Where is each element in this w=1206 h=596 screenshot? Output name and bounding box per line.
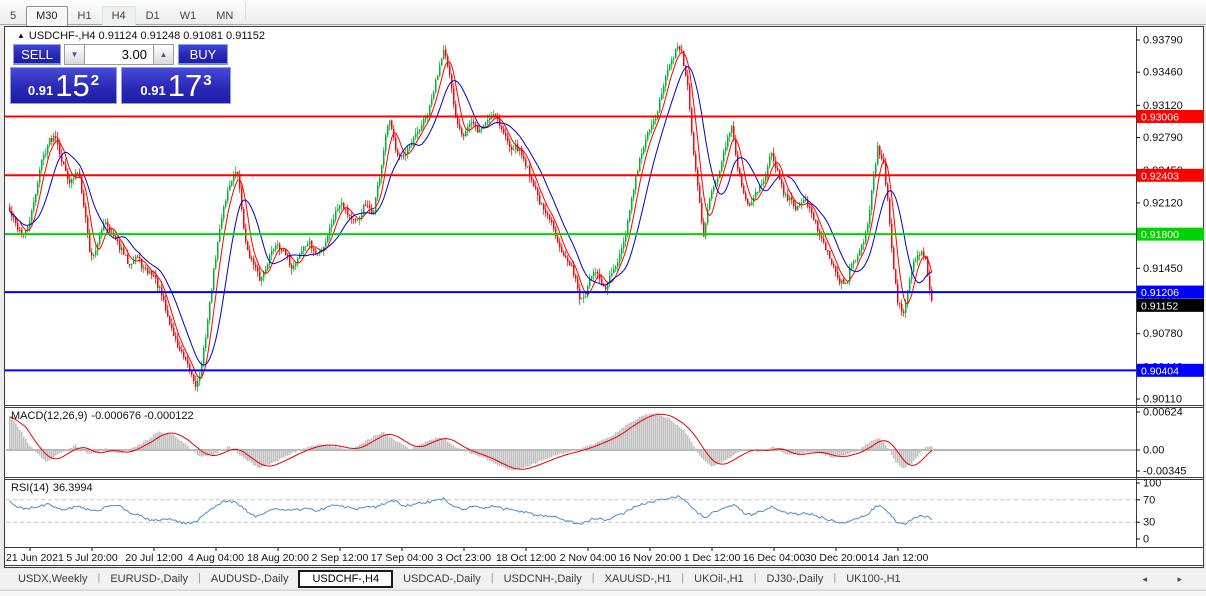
ohlc-high: 0.91248 [141, 30, 181, 42]
svg-text:21 Jun 2021: 21 Jun 2021 [6, 552, 64, 564]
svg-text:17 Sep 04:00: 17 Sep 04:00 [371, 552, 434, 564]
svg-text:0.91450: 0.91450 [1143, 263, 1183, 275]
timeframe-button-h1[interactable]: H1 [68, 6, 102, 27]
volume-increase-button[interactable]: ▲ [153, 44, 174, 65]
svg-text:0.93790: 0.93790 [1143, 35, 1183, 47]
chart-tab-eurusddaily[interactable]: EURUSD-,Daily [100, 570, 198, 587]
sell-price-pips: 15 [55, 71, 89, 101]
timeframe-button-d1[interactable]: D1 [136, 6, 170, 27]
rsi-value: 36.3994 [53, 482, 93, 494]
ohlc-close: 0.91152 [226, 30, 265, 42]
timeframe-toolbar: 5M30H1H4D1W1MN [0, 0, 1206, 25]
chart-tab-usdxweekly[interactable]: USDX,Weekly [8, 570, 97, 587]
svg-text:0.93006: 0.93006 [1141, 111, 1179, 123]
chart-window: 0.937900.934600.931200.927900.924500.921… [4, 26, 1204, 568]
svg-text:0.90110: 0.90110 [1143, 394, 1182, 406]
sell-price-prefix: 0.91 [28, 83, 53, 98]
svg-text:14 Jan 12:00: 14 Jan 12:00 [868, 552, 929, 564]
macd-indicator-label: MACD(12,26,9) -0.000676 -0.000122 [11, 410, 198, 422]
svg-text:0.92790: 0.92790 [1143, 132, 1183, 144]
sell-button[interactable]: SELL [13, 44, 61, 65]
timeframe-button-w1[interactable]: W1 [170, 6, 207, 27]
chart-tab-usdchfh4[interactable]: USDCHF-,H4 [298, 570, 393, 588]
chart-tab-xauusdh1[interactable]: XAUUSD-,H1 [595, 570, 682, 587]
price-axis: 0.937900.934600.931200.927900.924500.921… [1136, 35, 1204, 546]
svg-text:0.90404: 0.90404 [1141, 365, 1179, 377]
svg-text:2 Sep 12:00: 2 Sep 12:00 [312, 552, 369, 564]
symbol-period-label: USDCHF-,H4 [29, 30, 96, 42]
status-strip [0, 590, 1206, 596]
svg-text:3 Oct 23:00: 3 Oct 23:00 [437, 552, 491, 564]
svg-text:18 Oct 12:00: 18 Oct 12:00 [496, 552, 556, 564]
chart-tab-dj30daily[interactable]: DJ30-,Daily [757, 570, 834, 587]
timeframe-button-5[interactable]: 5 [0, 6, 26, 27]
toolbar-separator [245, 2, 246, 19]
buy-price-point: 3 [203, 72, 211, 89]
svg-text:20 Jul 12:00: 20 Jul 12:00 [125, 552, 182, 564]
macd-name: MACD(12,26,9) [11, 410, 87, 422]
svg-text:16 Dec 04:00: 16 Dec 04:00 [743, 552, 806, 564]
svg-text:1 Dec 12:00: 1 Dec 12:00 [684, 552, 741, 564]
svg-text:0.00624: 0.00624 [1143, 406, 1183, 418]
svg-text:0: 0 [1143, 534, 1149, 546]
chart-title: ▲ USDCHF-,H40.911240.912480.910810.91152 [17, 30, 268, 42]
svg-text:5 Jul 20:00: 5 Jul 20:00 [66, 552, 118, 564]
svg-text:0.92120: 0.92120 [1143, 197, 1183, 209]
buy-button[interactable]: BUY [178, 44, 228, 65]
chart-tab-audusddaily[interactable]: AUDUSD-,Daily [201, 570, 299, 587]
svg-text:0.93460: 0.93460 [1143, 67, 1183, 79]
buy-price-prefix: 0.91 [140, 83, 165, 98]
time-axis: 21 Jun 20215 Jul 20:00 20 Jul 12:00 4 Aug … [6, 548, 929, 564]
chart-tab-uk100h1[interactable]: UK100-,H1 [836, 570, 910, 587]
svg-text:70: 70 [1143, 494, 1155, 506]
chart-tabs-bar: USDX,Weekly|EURUSD-,Daily|AUDUSD-,DailyU… [0, 569, 1206, 590]
ma-slow-line [10, 67, 932, 366]
svg-text:0.91152: 0.91152 [1141, 300, 1178, 312]
svg-text:0.91206: 0.91206 [1141, 287, 1179, 299]
volume-decrease-button[interactable]: ▼ [64, 44, 85, 65]
chart-tab-ukoilh1[interactable]: UKOil-,H1 [684, 570, 754, 587]
one-click-trade-panel: SELL ▼ ▲ BUY 0.91 15 2 0.91 17 3 [10, 44, 231, 104]
ohlc-low: 0.91081 [183, 30, 223, 42]
svg-text:0.92403: 0.92403 [1141, 170, 1179, 182]
collapse-triangle-icon[interactable]: ▲ [17, 31, 25, 40]
chart-tab-usdcnhdaily[interactable]: USDCNH-,Daily [494, 570, 592, 587]
svg-text:30: 30 [1143, 517, 1155, 529]
svg-text:16 Nov 20:00: 16 Nov 20:00 [619, 552, 682, 564]
chart-tab-usdcaddaily[interactable]: USDCAD-,Daily [393, 570, 491, 587]
svg-text:0.90780: 0.90780 [1143, 328, 1183, 340]
timeframe-button-m30[interactable]: M30 [26, 6, 67, 27]
svg-text:4 Aug 04:00: 4 Aug 04:00 [188, 552, 244, 564]
svg-text:0.91800: 0.91800 [1141, 229, 1179, 241]
macd-values: -0.000676 -0.000122 [91, 410, 193, 422]
timeframe-button-mn[interactable]: MN [206, 6, 243, 27]
sell-price-box[interactable]: 0.91 15 2 [10, 67, 117, 104]
rsi-name: RSI(14) [11, 482, 49, 494]
buy-price-box[interactable]: 0.91 17 3 [121, 67, 231, 104]
buy-price-pips: 17 [168, 71, 202, 101]
timeframe-button-h4[interactable]: H4 [102, 6, 136, 27]
chart-canvas[interactable]: 0.937900.934600.931200.927900.924500.921… [4, 26, 1204, 568]
svg-text:0.00: 0.00 [1143, 445, 1164, 457]
svg-text:100: 100 [1143, 478, 1161, 490]
svg-text:18 Aug 20:00: 18 Aug 20:00 [247, 552, 309, 564]
tab-scroll-arrows[interactable]: ◂ ▸ [1142, 574, 1196, 585]
ohlc-open: 0.91124 [99, 30, 138, 42]
rsi-indicator-label: RSI(14) 36.3994 [11, 482, 97, 494]
volume-input[interactable] [85, 44, 153, 65]
sell-price-point: 2 [91, 72, 99, 89]
window-border [5, 27, 1204, 568]
svg-text:-0.00345: -0.00345 [1143, 466, 1186, 478]
svg-text:2 Nov 04:00: 2 Nov 04:00 [560, 552, 617, 564]
svg-text:30 Dec 20:00: 30 Dec 20:00 [805, 552, 868, 564]
